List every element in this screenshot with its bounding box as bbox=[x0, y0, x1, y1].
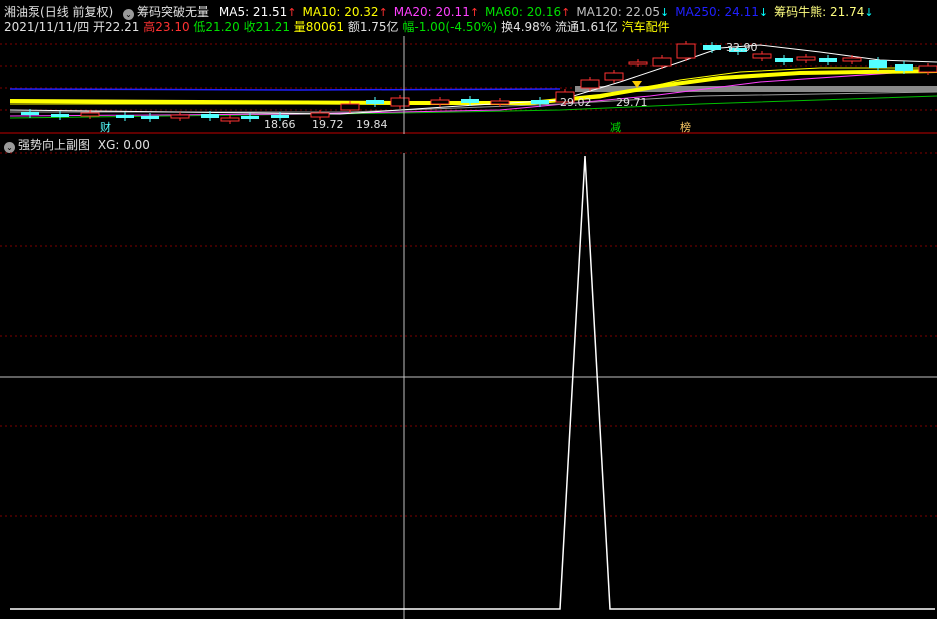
low-price-label-1: 18.66 bbox=[264, 118, 296, 131]
chevron-down-icon[interactable]: ⌄ bbox=[4, 142, 15, 153]
candle-body bbox=[652, 57, 672, 67]
candle-body bbox=[241, 116, 259, 119]
candle-body bbox=[141, 116, 159, 119]
candle-body bbox=[21, 112, 39, 115]
event-tag-ranking[interactable]: 榜 bbox=[680, 121, 691, 134]
candle-body bbox=[170, 114, 190, 119]
xg-line bbox=[10, 155, 935, 610]
ma20-line bbox=[9, 69, 937, 117]
chip-price-label-1: 29.02 bbox=[560, 96, 592, 109]
candle-body bbox=[628, 61, 648, 65]
candle-body bbox=[819, 58, 837, 62]
ma250-line bbox=[9, 88, 561, 91]
candle-body bbox=[310, 112, 330, 118]
candle-body bbox=[430, 99, 450, 105]
candle-body bbox=[201, 114, 219, 118]
high-price-label: 32.90 bbox=[726, 41, 758, 54]
candle-body bbox=[869, 60, 887, 68]
candle-body bbox=[51, 114, 69, 117]
low-price-label-3: 19.84 bbox=[356, 118, 388, 131]
candle-body bbox=[676, 43, 696, 59]
candle-body bbox=[604, 72, 624, 81]
candle-body bbox=[390, 97, 410, 107]
candle-body bbox=[580, 79, 600, 89]
candle-body bbox=[490, 100, 510, 105]
candle-body bbox=[796, 56, 816, 61]
price-chart[interactable]: 32.90 18.66 19.72 19.84 29.02 29.71 bbox=[0, 0, 937, 134]
candle-body bbox=[531, 100, 549, 104]
chip-price-label-2: 29.71 bbox=[616, 96, 648, 109]
candle-body bbox=[918, 65, 937, 73]
xg-value-label: XG: 0.00 bbox=[97, 138, 150, 152]
event-tag-finance[interactable]: 财 bbox=[100, 121, 111, 134]
candle-body bbox=[842, 57, 862, 62]
sub-grid bbox=[0, 152, 937, 517]
candle-body bbox=[461, 99, 479, 103]
sub-chart-title[interactable]: 强势向上副图 bbox=[18, 138, 90, 152]
candle-body bbox=[752, 53, 772, 59]
candle-body bbox=[220, 117, 240, 122]
candle-body bbox=[80, 112, 100, 117]
candle-body bbox=[775, 58, 793, 62]
sub-chart-header: ⌄ 强势向上副图 XG: 0.00 bbox=[4, 138, 150, 153]
low-price-label-2: 19.72 bbox=[312, 118, 344, 131]
candle-body bbox=[116, 115, 134, 118]
candle-body bbox=[340, 103, 360, 111]
candle-body bbox=[703, 45, 721, 50]
candle-body bbox=[895, 64, 913, 71]
event-tag-reduce[interactable]: 减 bbox=[610, 121, 621, 134]
candle-body bbox=[366, 100, 384, 104]
